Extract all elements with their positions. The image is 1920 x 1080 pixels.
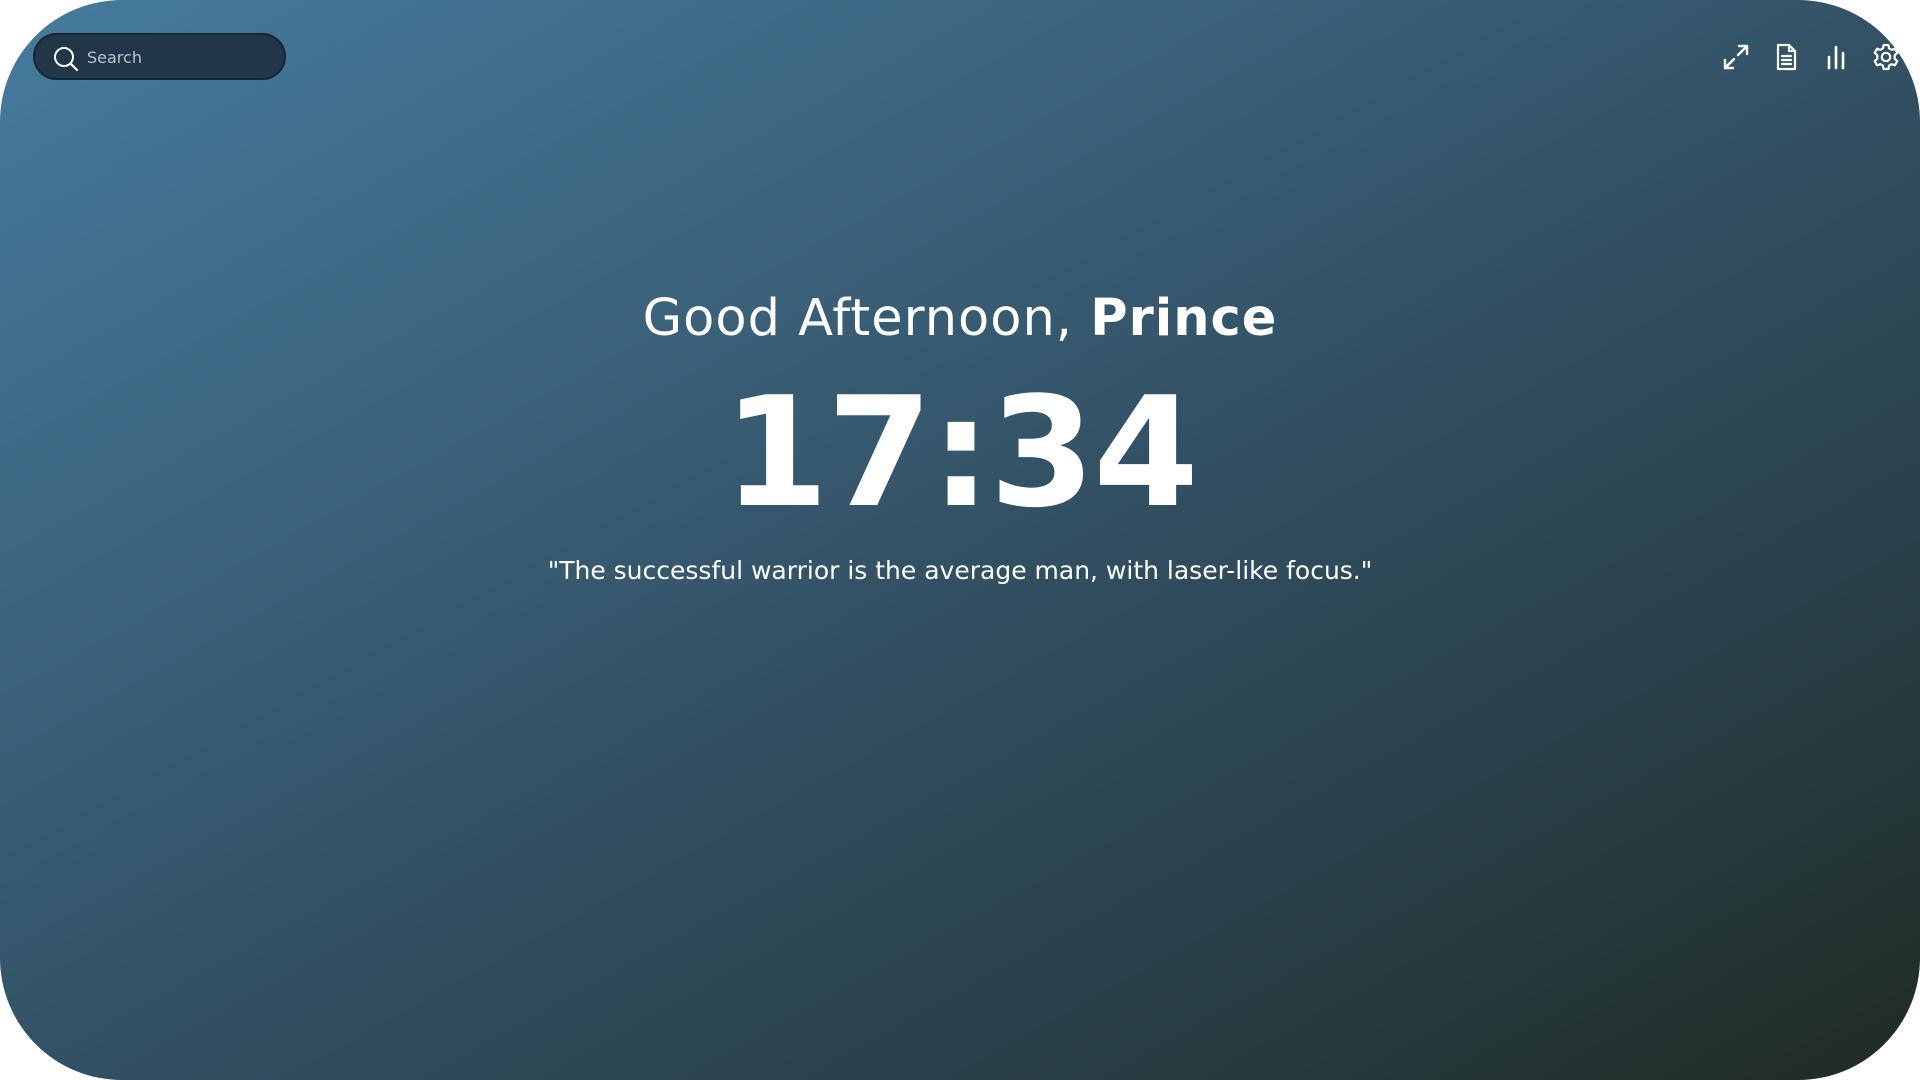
gear-icon: [1873, 43, 1899, 71]
top-toolbar: [1703, 40, 1903, 74]
notes-button[interactable]: [1769, 40, 1803, 74]
stats-button[interactable]: [1819, 40, 1853, 74]
bar-chart-icon: [1827, 45, 1845, 70]
new-tab-dashboard: Good Afternoon, Prince 17:34 "The succes…: [0, 0, 1920, 1080]
expand-icon: [1723, 44, 1749, 70]
fullscreen-button[interactable]: [1719, 40, 1753, 74]
search-input[interactable]: [85, 43, 277, 71]
clock: 17:34: [723, 364, 1199, 541]
settings-button[interactable]: [1869, 40, 1903, 74]
search-bar[interactable]: [33, 33, 286, 80]
document-icon: [1776, 43, 1797, 71]
user-name: Prince: [1090, 289, 1278, 348]
greeting: Good Afternoon, Prince: [0, 284, 1920, 354]
search-icon[interactable]: [52, 45, 80, 73]
quote: "The successful warrior is the average m…: [547, 556, 1373, 585]
greeting-prefix: Good Afternoon,: [642, 289, 1091, 348]
